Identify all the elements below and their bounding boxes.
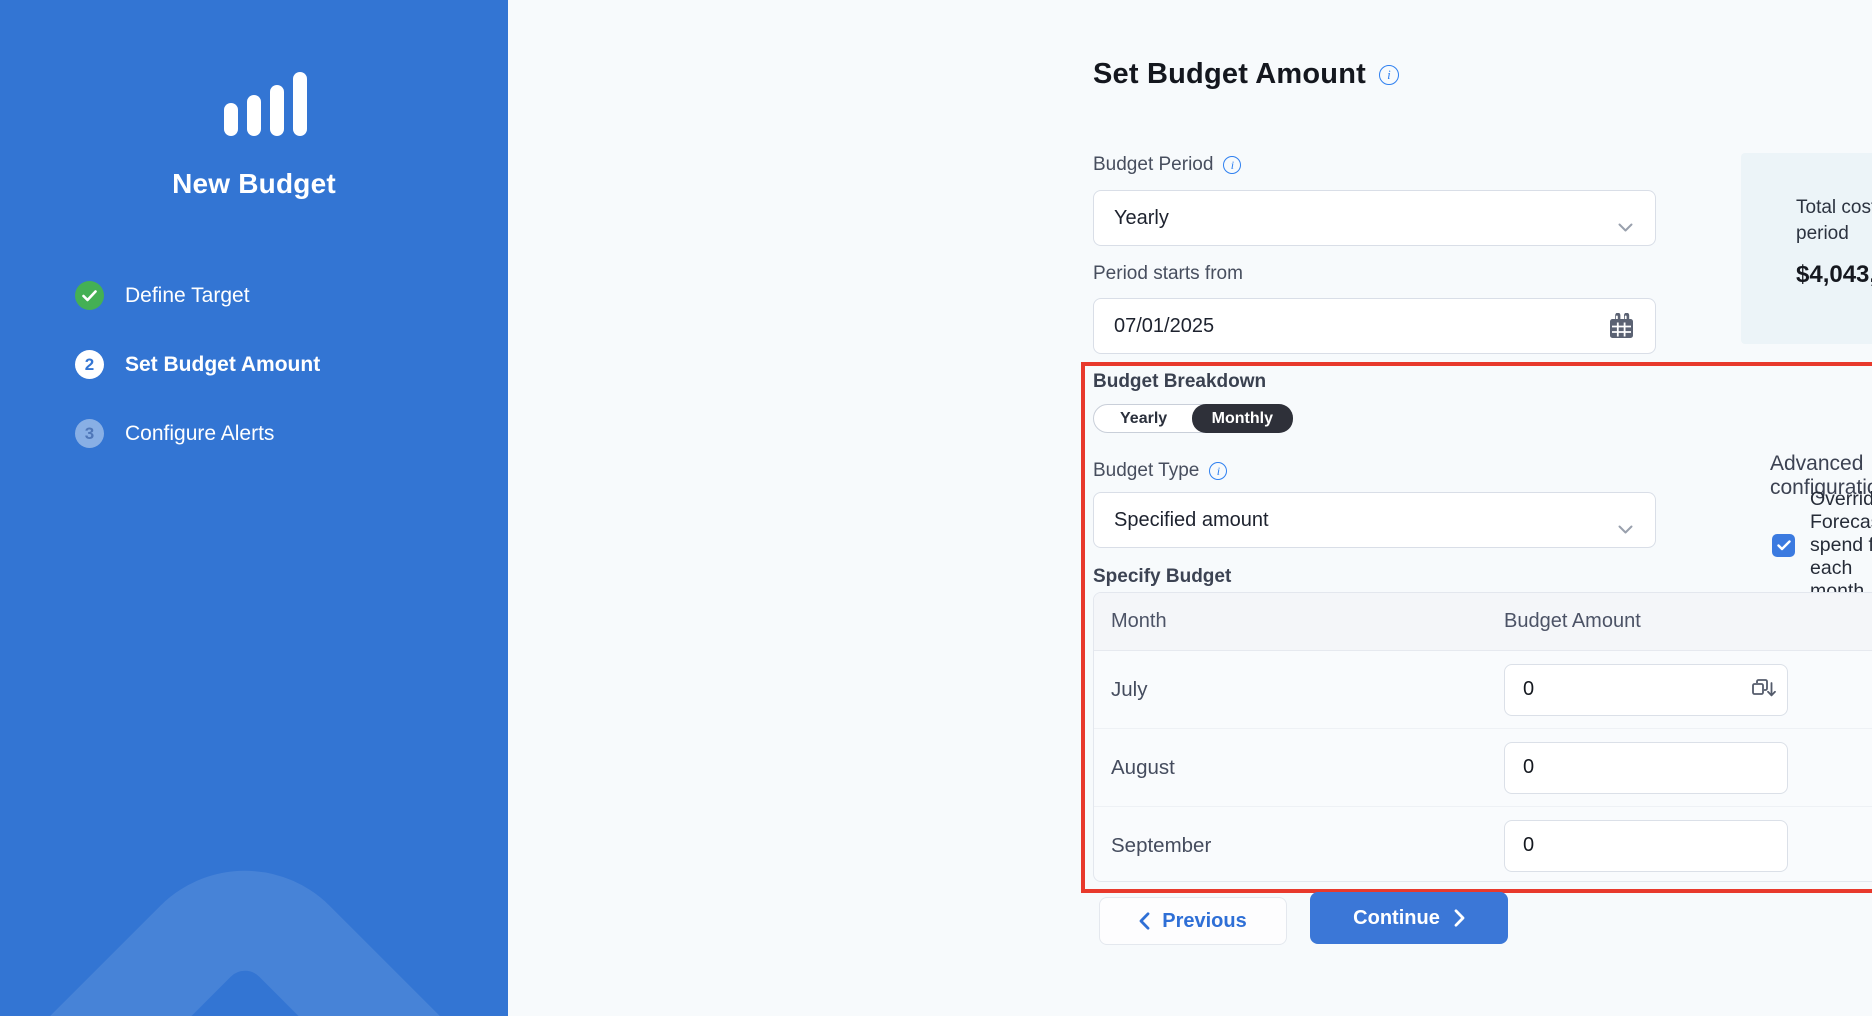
total-cost-value: $4,043,382.49	[1796, 261, 1872, 289]
budget-breakdown-label-row: Budget Breakdown	[1093, 371, 1266, 393]
info-icon[interactable]	[1379, 65, 1399, 85]
budget-type-value: Specified amount	[1114, 509, 1269, 532]
budget-period-label-row: Budget Period	[1093, 154, 1241, 176]
period-starts-field	[1093, 298, 1656, 354]
brand-watermark-icon	[0, 596, 508, 1016]
checkbox-checked-icon[interactable]	[1772, 534, 1795, 557]
continue-button[interactable]: Continue	[1310, 892, 1508, 944]
override-forecast-label: Override Forecasted spend for each month	[1810, 488, 1872, 603]
total-cost-item: Total cost last period $4,043,382.49	[1796, 195, 1872, 344]
column-header-month: Month	[1094, 610, 1504, 633]
period-starts-label: Period starts from	[1093, 263, 1243, 285]
budget-period-value: Yearly	[1114, 207, 1169, 230]
month-cell: July	[1094, 678, 1504, 702]
column-header-budget-amount: Budget Amount	[1504, 610, 1872, 633]
sidebar-step-configure-alerts[interactable]: 3 Configure Alerts	[75, 419, 320, 448]
new-budget-modal: New Budget Define Target 2 Set Budget Am…	[0, 0, 1872, 1016]
step-number-badge: 3	[75, 419, 104, 448]
specify-budget-table: Month Budget Amount Forecasted Spend Jul…	[1093, 592, 1872, 882]
total-cost-label: Total cost last period	[1796, 195, 1872, 247]
budget-breakdown-label: Budget Breakdown	[1093, 371, 1266, 393]
copy-down-icon[interactable]	[1751, 678, 1776, 707]
toggle-monthly[interactable]: Monthly	[1192, 404, 1293, 433]
chevron-left-icon	[1139, 912, 1150, 930]
period-starts-label-row: Period starts from	[1093, 263, 1243, 285]
table-header-row: Month Budget Amount Forecasted Spend	[1094, 593, 1872, 651]
step-label: Define Target	[125, 284, 250, 308]
budget-period-select[interactable]: Yearly	[1093, 190, 1656, 246]
previous-button[interactable]: Previous	[1099, 897, 1287, 945]
budget-type-label-row: Budget Type	[1093, 460, 1227, 482]
override-forecast-row: Override Forecasted spend for each month	[1772, 488, 1872, 603]
chevron-right-icon	[1454, 909, 1465, 927]
specify-budget-label: Specify Budget	[1093, 566, 1231, 588]
info-icon[interactable]	[1223, 156, 1241, 174]
specify-budget-label-row: Specify Budget	[1093, 566, 1231, 588]
toggle-yearly[interactable]: Yearly	[1094, 406, 1193, 432]
info-icon[interactable]	[1209, 462, 1227, 480]
table-row-august: August	[1094, 729, 1872, 807]
period-starts-input[interactable]	[1114, 315, 1594, 338]
wizard-title: New Budget	[0, 168, 508, 200]
page-title-row: Set Budget Amount	[1093, 58, 1399, 91]
step-label: Set Budget Amount	[125, 353, 320, 377]
previous-button-label: Previous	[1162, 910, 1246, 933]
budget-period-label: Budget Period	[1093, 154, 1213, 176]
main-panel: Set Budget Amount Budget Period Yearly T…	[508, 0, 1872, 1016]
page-title: Set Budget Amount	[1093, 58, 1366, 91]
calendar-icon[interactable]	[1608, 313, 1635, 346]
bar-chart-logo-icon	[0, 72, 508, 136]
step-label: Configure Alerts	[125, 422, 274, 446]
breakdown-toggle: Yearly Monthly	[1093, 404, 1292, 433]
budget-type-label: Budget Type	[1093, 460, 1199, 482]
budget-amount-input-september[interactable]	[1504, 820, 1788, 872]
wizard-sidebar: New Budget Define Target 2 Set Budget Am…	[0, 0, 508, 1016]
month-cell: August	[1094, 756, 1504, 780]
chevron-down-icon	[1618, 215, 1633, 238]
budget-amount-input-august[interactable]	[1504, 742, 1788, 794]
sidebar-step-define-target[interactable]: Define Target	[75, 281, 320, 310]
table-row-july: July	[1094, 651, 1872, 729]
continue-button-label: Continue	[1353, 907, 1440, 930]
budget-amount-input-july[interactable]	[1504, 664, 1788, 716]
sidebar-step-set-budget-amount[interactable]: 2 Set Budget Amount	[75, 350, 320, 379]
chevron-down-icon	[1618, 517, 1633, 540]
cost-summary-card: Total cost last period $4,043,382.49 Pro…	[1741, 153, 1872, 344]
month-cell: September	[1094, 834, 1504, 858]
step-number-badge: 2	[75, 350, 104, 379]
check-circle-icon	[75, 281, 104, 310]
table-row-september: September	[1094, 807, 1872, 882]
wizard-steps: Define Target 2 Set Budget Amount 3 Conf…	[75, 281, 320, 488]
budget-type-select[interactable]: Specified amount	[1093, 492, 1656, 548]
